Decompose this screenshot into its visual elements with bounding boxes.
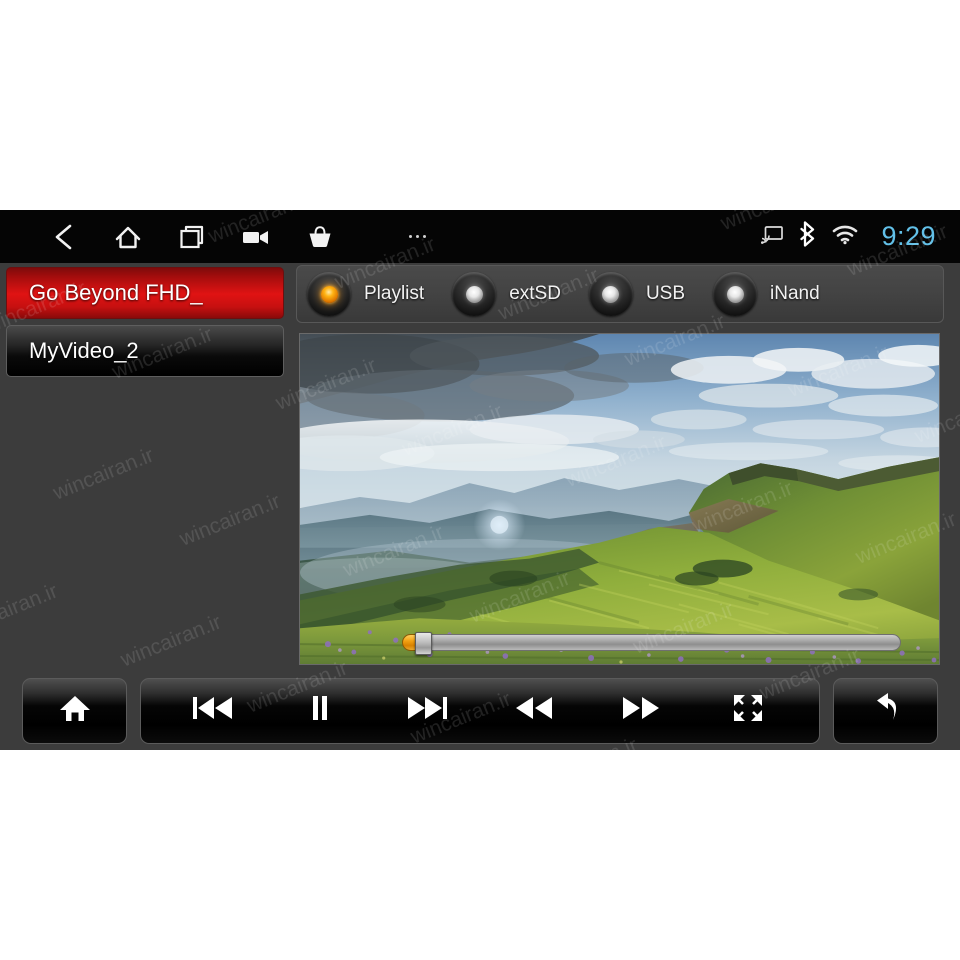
pause-icon — [309, 694, 331, 727]
basket-icon[interactable] — [288, 210, 352, 263]
video-surface[interactable] — [299, 333, 940, 665]
return-arrow-icon — [869, 692, 903, 729]
back-icon[interactable] — [32, 210, 96, 263]
status-bar-clock: 9:29 — [881, 221, 936, 251]
status-bar-tray: 9:29 — [761, 210, 936, 263]
source-selector-bar: Playlist extSD USB iNand — [296, 265, 944, 323]
fullscreen-button[interactable] — [711, 679, 785, 743]
home-filled-icon — [58, 692, 92, 729]
source-option-label: USB — [645, 283, 686, 304]
radio-led-icon — [307, 272, 351, 316]
list-item[interactable]: Go Beyond FHD_ — [6, 267, 284, 319]
next-track-button[interactable] — [390, 679, 464, 743]
seek-track[interactable] — [402, 634, 901, 651]
transport-button-group — [140, 677, 820, 744]
source-option-label: iNand — [770, 283, 820, 304]
next-track-icon — [406, 694, 448, 727]
overflow-dots-icon[interactable] — [352, 210, 482, 263]
wifi-icon[interactable] — [831, 223, 859, 250]
video-pane: Playlist extSD USB iNand — [296, 263, 944, 668]
source-option-inand[interactable]: iNand — [703, 265, 838, 323]
seek-thumb[interactable] — [415, 632, 433, 655]
source-option-usb[interactable]: USB — [579, 265, 703, 323]
radio-led-icon — [588, 272, 633, 316]
list-item[interactable]: MyVideo_2 — [6, 325, 284, 377]
video-seek-bar[interactable] — [402, 632, 901, 655]
cast-icon[interactable] — [761, 225, 784, 249]
status-bar-nav-group — [0, 210, 482, 263]
radio-led-icon — [452, 272, 497, 316]
bluetooth-icon[interactable] — [797, 221, 817, 252]
playlist-sidebar: Go Beyond FHD_ MyVideo_2 — [0, 263, 292, 668]
source-option-extsd[interactable]: extSD — [442, 265, 579, 323]
player-body: Go Beyond FHD_ MyVideo_2 Playlist extSD — [0, 263, 960, 750]
overflow-dots-glyph — [408, 235, 426, 238]
video-frame-image — [300, 334, 939, 664]
radio-led-icon — [713, 272, 758, 316]
recents-icon[interactable] — [160, 210, 224, 263]
android-status-bar: 9:29 — [0, 210, 960, 263]
rewind-button[interactable] — [497, 679, 571, 743]
source-option-label: Playlist — [364, 283, 425, 304]
home-icon[interactable] — [96, 210, 160, 263]
pause-button[interactable] — [283, 679, 357, 743]
rewind-icon — [514, 694, 554, 727]
player-control-bar — [0, 671, 960, 750]
fast-forward-button[interactable] — [604, 679, 678, 743]
source-option-label: extSD — [509, 283, 561, 304]
head-unit-screen: 9:29 Go Beyond FHD_ MyVideo_2 Playlist e… — [0, 210, 960, 750]
previous-track-icon — [192, 694, 234, 727]
fullscreen-icon — [732, 693, 764, 728]
source-option-playlist[interactable]: Playlist — [297, 265, 442, 323]
fast-forward-icon — [621, 694, 661, 727]
previous-track-button[interactable] — [176, 679, 250, 743]
home-button[interactable] — [22, 677, 127, 744]
video-camera-icon[interactable] — [224, 210, 288, 263]
back-button[interactable] — [833, 677, 938, 744]
